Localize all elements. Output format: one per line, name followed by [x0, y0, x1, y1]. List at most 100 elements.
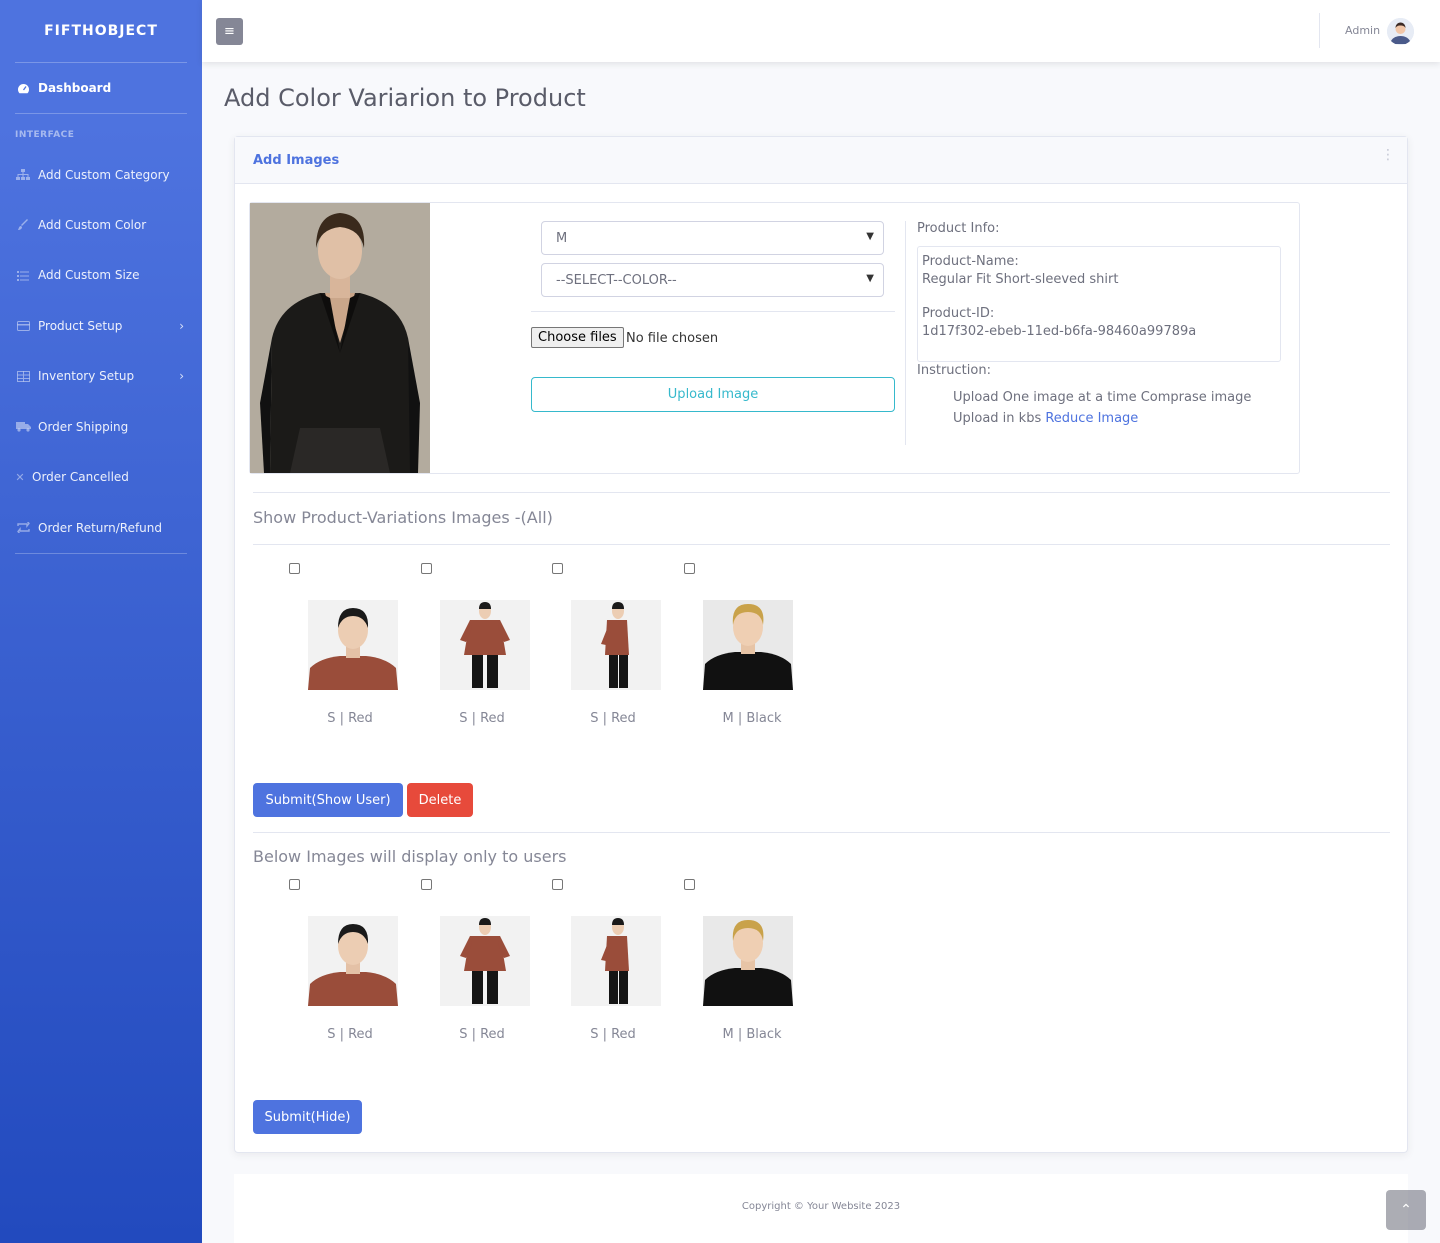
scroll-to-top-button[interactable]: ⌃ — [1386, 1190, 1426, 1230]
page-title: Add Color Variarion to Product — [224, 84, 586, 112]
section-divider — [253, 832, 1390, 833]
choose-files-button[interactable]: Choose files — [531, 327, 624, 348]
card-header: Add Images ⋮ — [235, 137, 1407, 184]
card-icon — [15, 320, 31, 332]
brush-icon — [15, 219, 31, 231]
product-name-label: Product-Name: — [922, 254, 1019, 269]
image-caption: S | Red — [459, 1027, 505, 1042]
footer: Copyright © Your Website 2023 — [234, 1174, 1408, 1243]
form-divider — [531, 311, 895, 312]
image-caption: S | Red — [590, 711, 636, 726]
delete-button[interactable]: Delete — [407, 783, 473, 817]
submit-show-user-button[interactable]: Submit(Show User) — [253, 783, 403, 817]
image-caption: S | Red — [590, 1027, 636, 1042]
sidebar-item-label: Add Custom Category — [38, 168, 170, 182]
retweet-icon — [15, 522, 31, 534]
instruction-text: Upload One image at a time Comprase imag… — [953, 387, 1251, 429]
image-checkbox[interactable] — [552, 563, 563, 574]
user-section-title: Below Images will display only to users — [253, 847, 567, 866]
upload-panel: M ▼ --SELECT--COLOR-- ▼ Choose files No … — [249, 202, 1300, 474]
sidebar-item-label: Order Shipping — [38, 419, 129, 434]
tachometer-icon — [15, 82, 31, 94]
image-caption: S | Red — [327, 711, 373, 726]
sidebar-item-label: Inventory Setup — [38, 369, 135, 383]
sidebar-item-order-shipping[interactable]: Order Shipping — [0, 401, 202, 452]
brand-logo[interactable]: FIFTHOBJECT — [0, 0, 202, 62]
variation-image — [308, 916, 398, 1006]
chevron-right-icon: › — [179, 369, 184, 383]
list-icon — [15, 269, 31, 281]
image-caption: M | Black — [722, 711, 782, 726]
product-image — [250, 203, 430, 473]
close-icon: ✕ — [15, 470, 25, 484]
submit-hide-button[interactable]: Submit(Hide) — [253, 1100, 362, 1134]
image-checkbox[interactable] — [289, 879, 300, 890]
section-divider — [253, 544, 1390, 545]
color-select-value: --SELECT--COLOR-- — [556, 272, 677, 288]
upload-image-button[interactable]: Upload Image — [531, 377, 895, 412]
instruction-line-1: Upload One image at a time Comprase imag… — [953, 390, 1252, 405]
sidebar-item-inventory-setup[interactable]: Inventory Setup › — [0, 351, 202, 401]
user-name[interactable]: Admin — [1345, 24, 1380, 37]
image-checkbox[interactable] — [289, 563, 300, 574]
sitemap-icon — [15, 169, 31, 181]
sidebar-item-add-custom-category[interactable]: Add Custom Category — [0, 150, 202, 200]
reduce-image-link[interactable]: Reduce Image — [1045, 411, 1138, 426]
sidebar-item-label: Add Custom Color — [38, 218, 147, 232]
product-info-box: Product-Name: Regular Fit Short-sleeved … — [917, 246, 1281, 362]
chevron-up-icon: ⌃ — [1400, 1202, 1412, 1218]
chevron-down-icon: ▼ — [866, 231, 874, 242]
sidebar-item-label: Product Setup — [38, 318, 123, 333]
size-select-value: M — [556, 230, 568, 246]
image-checkbox[interactable] — [684, 879, 695, 890]
product-id: 1d17f302-ebeb-11ed-b6fa-98460a99789a — [922, 324, 1197, 339]
topbar: ≡ Admin — [202, 0, 1440, 62]
instruction-label: Instruction: — [917, 363, 991, 378]
variation-image — [703, 916, 793, 1006]
table-icon — [15, 370, 31, 382]
avatar[interactable] — [1387, 18, 1414, 45]
product-info-label: Product Info: — [917, 221, 1000, 236]
sidebar-item-add-custom-size[interactable]: Add Custom Size — [0, 250, 202, 300]
instruction-line-2-text: Upload in kbs — [953, 411, 1046, 426]
sidebar-divider — [15, 553, 187, 554]
sidebar-toggle-button[interactable]: ≡ — [216, 18, 243, 45]
image-caption: S | Red — [459, 711, 505, 726]
add-images-card: Add Images ⋮ M ▼ --SELECT--COLOR-- ▼ Cho… — [234, 136, 1408, 1153]
chevron-right-icon: › — [179, 318, 184, 333]
sidebar-item-dashboard[interactable]: Dashboard — [0, 63, 202, 113]
sidebar-heading: INTERFACE — [15, 130, 75, 140]
section-divider — [253, 492, 1390, 493]
sidebar-item-label: Add Custom Size — [38, 268, 140, 282]
variation-image — [440, 600, 530, 690]
image-checkbox[interactable] — [421, 879, 432, 890]
sidebar-item-add-custom-color[interactable]: Add Custom Color — [0, 200, 202, 250]
sidebar-item-order-cancelled[interactable]: ✕ Order Cancelled — [0, 452, 202, 502]
product-id-label: Product-ID: — [922, 306, 995, 321]
sidebar-item-label: Order Return/Refund — [38, 520, 163, 535]
image-checkbox[interactable] — [684, 563, 695, 574]
card-title: Add Images — [253, 152, 340, 168]
image-checkbox[interactable] — [552, 879, 563, 890]
info-divider — [905, 221, 906, 445]
size-select[interactable]: M ▼ — [541, 221, 884, 255]
variation-image — [440, 916, 530, 1006]
show-section-title: Show Product-Variations Images -(All) — [253, 508, 553, 527]
sidebar: FIFTHOBJECT Dashboard INTERFACE Add Cust… — [0, 0, 202, 1243]
variation-image — [703, 600, 793, 690]
sidebar-item-label: Order Cancelled — [32, 470, 129, 484]
variation-image — [571, 916, 661, 1006]
file-status: No file chosen — [626, 331, 719, 346]
topbar-divider — [1319, 13, 1320, 48]
color-select[interactable]: --SELECT--COLOR-- ▼ — [541, 263, 884, 297]
truck-icon — [15, 421, 31, 433]
image-checkbox[interactable] — [421, 563, 432, 574]
more-options-icon[interactable]: ⋮ — [1381, 148, 1395, 162]
image-caption: S | Red — [327, 1027, 373, 1042]
image-caption: M | Black — [722, 1027, 782, 1042]
sidebar-item-label: Dashboard — [38, 81, 112, 95]
instruction-line-2: Upload in kbs Reduce Image — [953, 408, 1251, 429]
variation-image — [571, 600, 661, 690]
sidebar-item-order-return-refund[interactable]: Order Return/Refund — [0, 502, 202, 553]
sidebar-item-product-setup[interactable]: Product Setup › — [0, 300, 202, 351]
